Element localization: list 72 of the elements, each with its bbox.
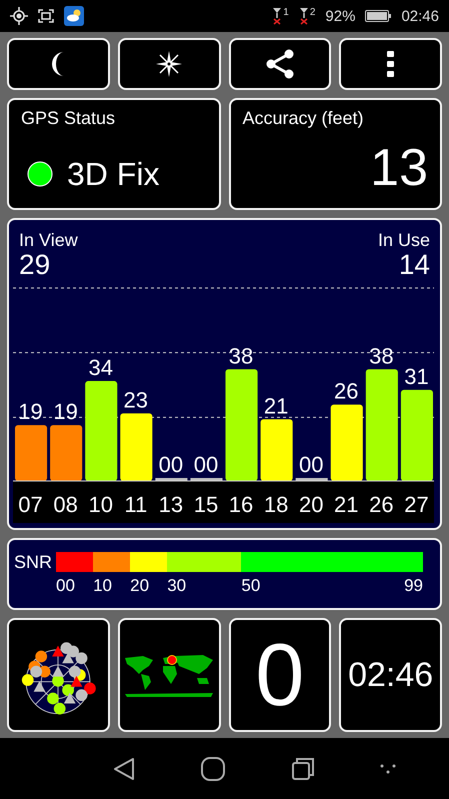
dots-icon[interactable] bbox=[380, 764, 396, 774]
clock-tile[interactable]: 02:46 bbox=[339, 618, 442, 732]
bar-value: 23 bbox=[124, 387, 148, 412]
snr-label: SNR bbox=[14, 552, 52, 574]
no-signal-icon bbox=[298, 7, 309, 25]
night-mode-button[interactable] bbox=[7, 38, 110, 90]
satellite-id: 08 bbox=[53, 492, 78, 517]
card-title: Accuracy (feet) bbox=[242, 108, 365, 129]
sim-number: 2 bbox=[310, 7, 316, 18]
weather-app-icon bbox=[64, 6, 84, 26]
signal-bar bbox=[50, 425, 82, 481]
bar-value: 34 bbox=[88, 355, 113, 380]
world-map-drawing[interactable] bbox=[123, 652, 216, 698]
satellite-id: 13 bbox=[158, 492, 184, 517]
signal-bar bbox=[15, 425, 48, 481]
satellite-id: 11 bbox=[124, 492, 148, 517]
satellite-id: 27 bbox=[404, 492, 429, 517]
satellite-id: 26 bbox=[369, 492, 394, 517]
snr-tick-label: 50 bbox=[241, 576, 260, 596]
snr-tick-label: 20 bbox=[130, 576, 150, 596]
bar-value: 19 bbox=[18, 399, 43, 424]
bar-value: 00 bbox=[194, 452, 218, 477]
satellite-id: 21 bbox=[334, 492, 359, 517]
menu-button[interactable] bbox=[339, 38, 442, 90]
sim-number: 1 bbox=[283, 7, 289, 18]
bar-value: 00 bbox=[298, 452, 324, 477]
clock-time: 02:46 bbox=[348, 658, 434, 692]
count-tile[interactable]: 0 bbox=[228, 618, 332, 732]
bar-value: 31 bbox=[404, 364, 429, 389]
bar-value: 00 bbox=[158, 452, 184, 477]
share-button[interactable] bbox=[228, 38, 332, 90]
recent-apps-icon[interactable] bbox=[292, 758, 314, 780]
bar-value: 38 bbox=[228, 343, 254, 368]
sky-plot-tile[interactable] bbox=[7, 618, 110, 732]
battery-percent: 92% bbox=[325, 8, 356, 24]
more-vertical-icon bbox=[387, 51, 394, 77]
signal-bar bbox=[260, 419, 293, 481]
satellite-id: 20 bbox=[298, 492, 324, 517]
compass-star-icon bbox=[155, 50, 184, 78]
fix-status: 3D Fix bbox=[67, 158, 160, 190]
satellite-id: 15 bbox=[194, 492, 218, 517]
satellite-id: 10 bbox=[88, 492, 113, 517]
in-use-count: 14 bbox=[398, 251, 430, 279]
status-time: 02:46 bbox=[401, 8, 439, 24]
home-icon[interactable] bbox=[201, 756, 226, 780]
location-target-icon bbox=[10, 7, 28, 25]
world-map-tile[interactable] bbox=[118, 618, 220, 732]
bar-value: 26 bbox=[334, 378, 359, 404]
bar-value: 19 bbox=[53, 399, 78, 424]
signal-bar bbox=[120, 413, 152, 481]
satellite-id: 16 bbox=[228, 492, 254, 517]
fix-indicator-icon bbox=[27, 161, 53, 187]
satellite-id: 07 bbox=[18, 492, 43, 517]
bar-value: 38 bbox=[369, 343, 394, 368]
no-signal-icon bbox=[272, 7, 282, 25]
snr-tick-label: 00 bbox=[56, 576, 75, 596]
in-view-label: In View bbox=[19, 230, 78, 251]
back-icon[interactable] bbox=[113, 756, 136, 780]
snr-tick-label: 99 bbox=[404, 576, 424, 596]
battery-icon bbox=[365, 10, 392, 22]
satellite-id: 18 bbox=[264, 492, 288, 517]
snr-tick-label: 30 bbox=[167, 576, 186, 596]
screenshot-icon bbox=[38, 9, 54, 23]
compass-button[interactable] bbox=[118, 38, 220, 90]
snr-tick-label: 10 bbox=[93, 576, 112, 596]
bar-value: 21 bbox=[264, 393, 288, 418]
card-title: GPS Status bbox=[21, 108, 116, 129]
accuracy-value: 13 bbox=[370, 142, 428, 199]
share-icon bbox=[264, 49, 295, 79]
in-view-count: 29 bbox=[19, 251, 50, 279]
satellite-count: 0 bbox=[255, 631, 304, 719]
in-use-label: In Use bbox=[378, 230, 430, 251]
